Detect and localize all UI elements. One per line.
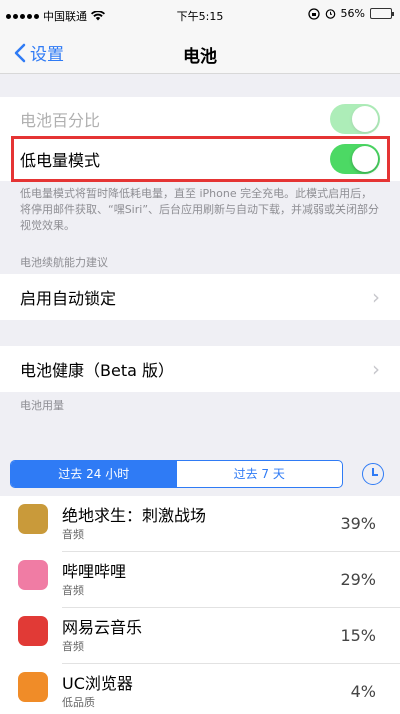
status-bar: 中国联通 下午5:15 56% xyxy=(0,0,400,30)
app-sub: 音频 xyxy=(62,640,84,653)
app-sub: 音频 xyxy=(62,528,84,541)
alarm-icon xyxy=(325,9,335,19)
low-power-mode-toggle[interactable] xyxy=(330,144,380,174)
clock-icon[interactable] xyxy=(362,463,384,485)
battery-health-label: 电池健康（Beta 版） xyxy=(20,361,174,380)
app-percent: 39% xyxy=(340,514,376,533)
list-item[interactable]: 网易云音乐 音频 15% xyxy=(0,608,400,664)
app-usage-list: 绝地求生：刺激战场 音频 39% 哔哩哔哩 音频 29% 网易云音乐 音频 15… xyxy=(0,496,400,714)
app-sub: 音频 xyxy=(62,584,84,597)
netease-music-icon xyxy=(18,616,48,646)
chevron-right-icon: › xyxy=(372,357,380,381)
time-range-segmented-control: 过去 24 小时 过去 7 天 xyxy=(10,460,343,488)
list-item[interactable]: 哔哩哔哩 音频 29% xyxy=(0,552,400,608)
page-title: 电池 xyxy=(183,47,217,67)
list-item[interactable]: UC浏览器 低品质 4% xyxy=(0,664,400,714)
navigation-bar: 设置 电池 xyxy=(0,30,400,74)
app-sub: 低品质 xyxy=(62,696,95,709)
suggestions-header: 电池续航能力建议 xyxy=(20,256,108,269)
app-name: 绝地求生：刺激战场 xyxy=(62,506,207,525)
app-percent: 15% xyxy=(340,626,376,645)
tab-last-7-days[interactable]: 过去 7 天 xyxy=(177,461,343,487)
app-name: 网易云音乐 xyxy=(62,618,143,637)
usage-header: 电池用量 xyxy=(20,399,64,412)
app-name: UC浏览器 xyxy=(62,674,133,693)
app-percent: 4% xyxy=(350,682,376,701)
bilibili-icon xyxy=(18,560,48,590)
pubg-icon xyxy=(18,504,48,534)
battery-percentage-label: 电池百分比 xyxy=(20,111,101,130)
lock-rotation-icon xyxy=(307,7,320,20)
app-percent: 29% xyxy=(340,570,376,589)
auto-lock-row[interactable]: 启用自动锁定 › xyxy=(0,274,400,320)
battery-icon xyxy=(370,8,394,19)
low-power-mode-row: 低电量模式 xyxy=(0,137,400,181)
auto-lock-label: 启用自动锁定 xyxy=(20,289,117,308)
app-name: 哔哩哔哩 xyxy=(62,562,127,581)
chevron-right-icon: › xyxy=(372,285,380,309)
battery-percentage-row: 电池百分比 xyxy=(0,97,400,141)
battery-health-row[interactable]: 电池健康（Beta 版） › xyxy=(0,346,400,392)
status-right: 56% xyxy=(307,7,394,20)
tab-last-24-hours[interactable]: 过去 24 小时 xyxy=(11,461,177,487)
low-power-mode-label: 低电量模式 xyxy=(20,151,101,170)
list-item[interactable]: 绝地求生：刺激战场 音频 39% xyxy=(0,496,400,552)
uc-browser-icon xyxy=(18,672,48,702)
battery-percentage-toggle[interactable] xyxy=(330,104,380,134)
low-power-note: 低电量模式将暂时降低耗电量，直至 iPhone 完全充电。此模式启用后，将停用邮… xyxy=(20,187,380,232)
battery-percent: 56% xyxy=(340,7,365,20)
